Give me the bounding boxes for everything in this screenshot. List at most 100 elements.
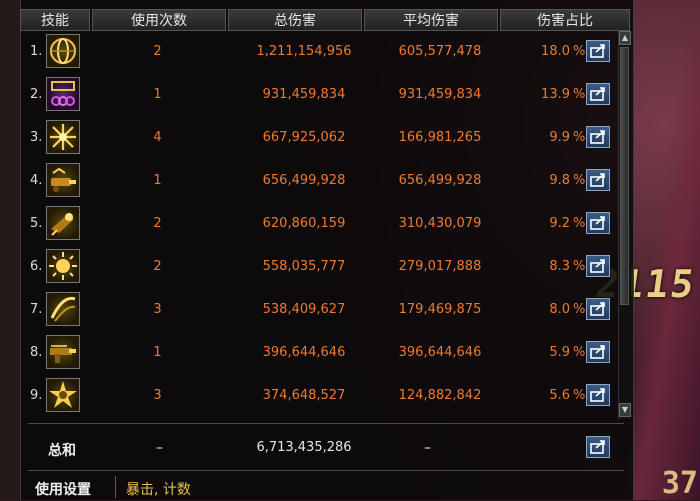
- table-scrollbar[interactable]: ▲ ▼: [618, 31, 631, 419]
- table-row: 7. 3 538,409,627 179,469,875 8.0 %: [20, 290, 632, 332]
- export-button[interactable]: [586, 83, 610, 105]
- average-damage: 279,017,888: [398, 259, 482, 274]
- export-button[interactable]: [586, 169, 610, 191]
- skill-icon-star[interactable]: [46, 378, 80, 412]
- export-button[interactable]: [586, 212, 610, 234]
- export-icon: [590, 440, 605, 454]
- header-avg-damage[interactable]: 平均伤害: [364, 9, 498, 31]
- export-button[interactable]: [586, 384, 610, 406]
- rank-number: 8.: [30, 345, 43, 360]
- export-button[interactable]: [586, 341, 610, 363]
- table-row: 6. 2 558,035,777 279,017,888 8.3 %: [20, 247, 632, 289]
- uses-count: 2: [153, 216, 162, 231]
- header-damage-percent[interactable]: 伤害占比: [500, 9, 630, 31]
- damage-percent: 13.9: [541, 87, 570, 102]
- damage-percent: 5.9: [549, 345, 570, 360]
- damage-percent: 18.0: [541, 44, 570, 59]
- rank-number: 3.: [30, 130, 43, 145]
- average-damage: 166,981,265: [398, 130, 482, 145]
- export-icon: [590, 388, 605, 402]
- percent-sign: %: [573, 259, 586, 274]
- uses-count: 1: [153, 173, 162, 188]
- average-damage: 931,459,834: [398, 87, 482, 102]
- total-damage: 558,035,777: [262, 259, 346, 274]
- rank-number: 4.: [30, 173, 43, 188]
- average-damage: 396,644,646: [398, 345, 482, 360]
- total-damage: 667,925,062: [262, 130, 346, 145]
- percent-sign: %: [573, 130, 586, 145]
- uses-count: 1: [153, 87, 162, 102]
- export-icon: [590, 130, 605, 144]
- header-uses[interactable]: 使用次数: [92, 9, 226, 31]
- scroll-thumb[interactable]: [620, 47, 629, 305]
- percent-sign: %: [573, 345, 586, 360]
- summary-avg: –: [424, 440, 431, 456]
- total-damage: 620,860,159: [262, 216, 346, 231]
- scroll-down-arrow[interactable]: ▼: [619, 403, 631, 417]
- settings-row: 使用设置 暴击, 计数: [20, 474, 632, 500]
- settings-separator: [115, 476, 116, 498]
- skill-icon-blaster[interactable]: [46, 206, 80, 240]
- total-damage: 1,211,154,956: [256, 44, 352, 59]
- export-button[interactable]: [586, 298, 610, 320]
- table-row: 4. 1 656,499,928 656,499,928 9.8 %: [20, 161, 632, 203]
- skill-icon-cannon[interactable]: [46, 163, 80, 197]
- summary-label: 总和: [48, 443, 76, 459]
- percent-sign: %: [573, 44, 586, 59]
- table-row: 1. 2 1,211,154,956 605,577,478 18.0 %: [20, 32, 632, 74]
- export-icon: [590, 302, 605, 316]
- rank-number: 2.: [30, 87, 43, 102]
- export-icon: [590, 87, 605, 101]
- settings-label: 使用设置: [35, 482, 91, 498]
- skill-icon-slash[interactable]: [46, 292, 80, 326]
- total-damage: 374,648,527: [262, 388, 346, 403]
- total-damage: 656,499,928: [262, 173, 346, 188]
- scroll-up-arrow[interactable]: ▲: [619, 31, 631, 45]
- skill-icon-rings[interactable]: [46, 34, 80, 68]
- uses-count: 2: [153, 259, 162, 274]
- average-damage: 605,577,478: [398, 44, 482, 59]
- table-row: 2. 1 931,459,834 931,459,834 13.9 %: [20, 75, 632, 117]
- export-icon: [590, 345, 605, 359]
- uses-count: 3: [153, 388, 162, 403]
- export-icon: [590, 259, 605, 273]
- skill-icon-burst[interactable]: [46, 120, 80, 154]
- damage-percent: 9.9: [549, 130, 570, 145]
- export-icon: [590, 216, 605, 230]
- export-summary-button[interactable]: [586, 436, 610, 458]
- skill-icon-gun[interactable]: [46, 335, 80, 369]
- percent-sign: %: [573, 216, 586, 231]
- summary-total-damage: 6,713,435,286: [256, 440, 352, 455]
- header-skill[interactable]: 技能: [20, 9, 90, 31]
- percent-sign: %: [573, 302, 586, 317]
- uses-count: 4: [153, 130, 162, 145]
- rank-number: 7.: [30, 302, 43, 317]
- percent-sign: %: [573, 173, 586, 188]
- summary-divider: [28, 423, 624, 424]
- export-button[interactable]: [586, 126, 610, 148]
- percent-sign: %: [573, 388, 586, 403]
- rank-number: 6.: [30, 259, 43, 274]
- summary-uses: –: [156, 440, 163, 456]
- rank-number: 1.: [30, 44, 43, 59]
- total-damage: 396,644,646: [262, 345, 346, 360]
- skill-icon-chains[interactable]: [46, 77, 80, 111]
- average-damage: 310,430,079: [398, 216, 482, 231]
- total-damage: 538,409,627: [262, 302, 346, 317]
- header-total-damage[interactable]: 总伤害: [228, 9, 362, 31]
- damage-percent: 9.8: [549, 173, 570, 188]
- average-damage: 656,499,928: [398, 173, 482, 188]
- uses-count: 3: [153, 302, 162, 317]
- rank-number: 9.: [30, 388, 43, 403]
- background-damage-number-bottom: 37: [661, 466, 698, 501]
- export-icon: [590, 44, 605, 58]
- export-button[interactable]: [586, 40, 610, 62]
- damage-percent: 5.6: [549, 388, 570, 403]
- table-row: 9. 3 374,648,527 124,882,842 5.6 %: [20, 376, 632, 418]
- uses-count: 1: [153, 345, 162, 360]
- skill-icon-sun[interactable]: [46, 249, 80, 283]
- settings-value[interactable]: 暴击, 计数: [126, 479, 191, 499]
- table-header: 技能 使用次数 总伤害 平均伤害 伤害占比: [20, 9, 632, 31]
- table-row: 5. 2 620,860,159 310,430,079 9.2 %: [20, 204, 632, 246]
- export-button[interactable]: [586, 255, 610, 277]
